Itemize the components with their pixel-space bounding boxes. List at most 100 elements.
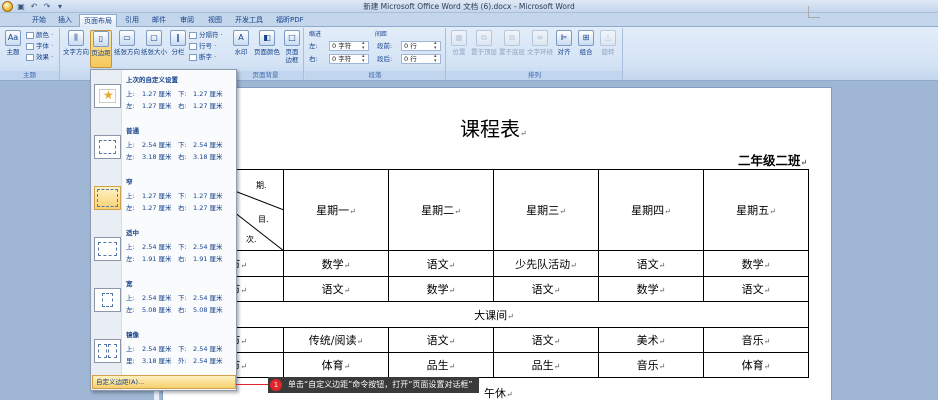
theme-colors-button[interactable]: 颜色 · — [26, 31, 53, 40]
tab-foxit-pdf[interactable]: 福昕PDF — [272, 14, 308, 27]
table-cell[interactable]: 语文↵ — [703, 276, 809, 302]
table-cell[interactable]: 传统/阅读↵ — [283, 327, 389, 353]
page-borders-icon: □ — [284, 30, 300, 46]
tab-insert[interactable]: 插入 — [54, 14, 76, 27]
schedule-table[interactable]: 期. 目. 次. 星期一↵ 星期二↵ 星期三↵ 星期四↵ 星期五↵ 节↵ 数学↵… — [179, 169, 809, 378]
tab-review[interactable]: 审阅 — [176, 14, 198, 27]
tab-developer[interactable]: 开发工具 — [231, 14, 267, 27]
tab-page-layout[interactable]: 页面布局 — [79, 14, 117, 27]
rotate-icon: △ — [600, 30, 616, 46]
watermark-button[interactable]: A 水印 — [231, 30, 251, 56]
margin-normal-icon — [94, 135, 121, 159]
position-label: 位置 — [452, 48, 466, 56]
page-borders-button[interactable]: □ 页面边框 — [283, 30, 301, 64]
spacing-title: 间距 — [375, 31, 388, 38]
callout-pointer-line — [236, 384, 270, 385]
day-header-cell[interactable]: 星期四↵ — [598, 169, 704, 251]
theme-fonts-button[interactable]: 字体 · — [26, 42, 53, 51]
table-cell[interactable]: 语文↵ — [493, 327, 599, 353]
table-cell[interactable]: 语文↵ — [493, 276, 599, 302]
effects-icon — [26, 53, 34, 61]
table-cell[interactable]: 体育↵ — [703, 352, 809, 378]
tab-references[interactable]: 引用 — [121, 14, 143, 27]
table-cell[interactable]: 数学↵ — [598, 276, 704, 302]
table-cell[interactable]: 品生↵ — [493, 352, 599, 378]
table-cell[interactable]: 语文↵ — [388, 250, 494, 277]
breaks-button[interactable]: 分隔符 · — [189, 31, 223, 40]
tab-mailings[interactable]: 邮件 — [148, 14, 170, 27]
document-title[interactable]: 课程表↵ — [460, 113, 527, 142]
page-borders-label: 页面边框 — [285, 48, 299, 64]
arrange-group: ▦ 位置 ⧉ 置于顶层 ⧉ 置于底层 ≡ 文字环绕 ⊫ 对齐 ⊞ 组合 △ 旋转… — [447, 28, 623, 80]
margin-option-mirrored[interactable]: 镜像 上: 2.54 厘米 下: 2.54 厘米 里: 3.18 厘米 外: 2.54 厘米 — [92, 326, 236, 377]
table-cell[interactable]: 数学↵ — [703, 250, 809, 277]
bring-to-front-label: 置于顶层 — [471, 48, 497, 56]
page-background-label: 页面背景 — [228, 71, 303, 80]
margins-button[interactable]: ▯ 页边距 — [90, 30, 112, 68]
position-button[interactable]: ▦ 位置 — [449, 30, 469, 56]
tab-home[interactable]: 开始 — [28, 14, 50, 27]
rotate-button[interactable]: △ 旋转 — [599, 30, 617, 56]
align-button[interactable]: ⊫ 对齐 — [555, 30, 573, 56]
theme-fonts-label: 字体 · — [36, 42, 54, 50]
table-cell[interactable]: 体育↵ — [283, 352, 389, 378]
margin-option-last-custom[interactable]: ★ 上次的自定义设置 上: 1.27 厘米 下: 1.27 厘米 左: 1.27 厘米右… — [92, 71, 236, 122]
table-cell[interactable]: 数学↵ — [388, 276, 494, 302]
orientation-icon: ▭ — [119, 30, 135, 46]
margin-option-title: 窄 — [126, 178, 133, 186]
table-cell[interactable]: 语文↵ — [598, 250, 704, 277]
day-header-cell[interactable]: 星期二↵ — [388, 169, 494, 251]
themes-button[interactable]: Aa 主题 — [3, 30, 23, 56]
tab-view[interactable]: 视图 — [204, 14, 226, 27]
text-wrap-button[interactable]: ≡ 文字环绕 — [527, 30, 553, 56]
table-cell[interactable]: 品生↵ — [388, 352, 494, 378]
day-header-cell[interactable]: 星期一↵ — [283, 169, 389, 251]
indent-left-input[interactable]: 0 字符 — [329, 41, 369, 51]
line-numbers-button[interactable]: 行号 · — [189, 42, 216, 51]
spacing-before-input[interactable]: 0 行 — [401, 41, 441, 51]
page-color-button[interactable]: ◧ 页面颜色 — [253, 30, 281, 56]
table-cell[interactable]: 少先队活动↵ — [493, 250, 599, 277]
table-cell[interactable]: 数学↵ — [283, 250, 389, 277]
margin-option-normal[interactable]: 普通 上: 2.54 厘米 下: 2.54 厘米 左: 3.18 厘米 右: 3.18 厘米 — [92, 122, 236, 173]
spacing-after-input[interactable]: 0 行 — [401, 54, 441, 64]
align-icon: ⊫ — [556, 30, 572, 46]
bring-to-front-icon: ⧉ — [476, 30, 492, 46]
group-button[interactable]: ⊞ 组合 — [577, 30, 595, 56]
indent-right-label: 右: — [309, 55, 318, 63]
table-cell[interactable]: 美术↵ — [598, 327, 704, 353]
class-name[interactable]: 二年级二班↵ — [738, 150, 807, 169]
table-cell[interactable]: 音乐↵ — [598, 352, 704, 378]
day-header-cell[interactable]: 星期五↵ — [703, 169, 809, 251]
hyphenation-button[interactable]: 断字 · — [189, 53, 216, 62]
margins-label: 页边距 — [91, 49, 111, 57]
table-cell[interactable]: 语文↵ — [388, 327, 494, 353]
breaks-label: 分隔符 · — [199, 31, 223, 39]
spacing-before-label: 段前: — [377, 42, 393, 50]
partial-row-text[interactable]: 午休↵ — [484, 385, 513, 400]
margin-option-wide[interactable]: 宽 上: 2.54 厘米 下: 2.54 厘米 左: 5.08 厘米 右: 5.08 厘米 — [92, 275, 236, 326]
text-direction-button[interactable]: ⫼ 文字方向 — [63, 30, 89, 56]
margin-option-moderate[interactable]: 适中 上: 2.54 厘米 下: 2.54 厘米 左: 1.91 厘米 右: 1.91 厘米 — [92, 224, 236, 275]
arrange-group-label: 排列 — [447, 71, 622, 80]
margins-icon: ▯ — [93, 31, 109, 47]
indent-right-input[interactable]: 0 字符 — [329, 54, 369, 64]
margin-option-title: 上次的自定义设置 — [126, 76, 178, 84]
margin-option-narrow[interactable]: 窄 上: 1.27 厘米 下: 1.27 厘米 左: 1.27 厘米 右: 1.27 厘米 — [92, 173, 236, 224]
theme-effects-button[interactable]: 效果 · — [26, 53, 53, 62]
orientation-button[interactable]: ▭ 纸张方向 — [114, 30, 140, 56]
fonts-icon — [26, 42, 34, 50]
line-numbers-label: 行号 · — [199, 42, 217, 50]
ribbon-tabs: 开始 插入 页面布局 引用 邮件 审阅 视图 开发工具 福昕PDF — [0, 13, 938, 27]
size-button[interactable]: ▢ 纸张大小 — [141, 30, 167, 56]
columns-button[interactable]: ‖ 分栏 — [169, 30, 187, 56]
spacing-after-label: 段后: — [377, 55, 393, 63]
day-header-cell[interactable]: 星期三↵ — [493, 169, 599, 251]
break-row-cell[interactable]: 大课间↵ — [179, 301, 809, 328]
margin-wide-icon — [94, 288, 121, 312]
bring-to-front-button[interactable]: ⧉ 置于顶层 — [471, 30, 497, 56]
table-cell[interactable]: 语文↵ — [283, 276, 389, 302]
custom-margins-menu-item[interactable]: 自定义边距(A)... — [92, 375, 236, 389]
table-cell[interactable]: 音乐↵ — [703, 327, 809, 353]
send-to-back-button[interactable]: ⧉ 置于底层 — [499, 30, 525, 56]
